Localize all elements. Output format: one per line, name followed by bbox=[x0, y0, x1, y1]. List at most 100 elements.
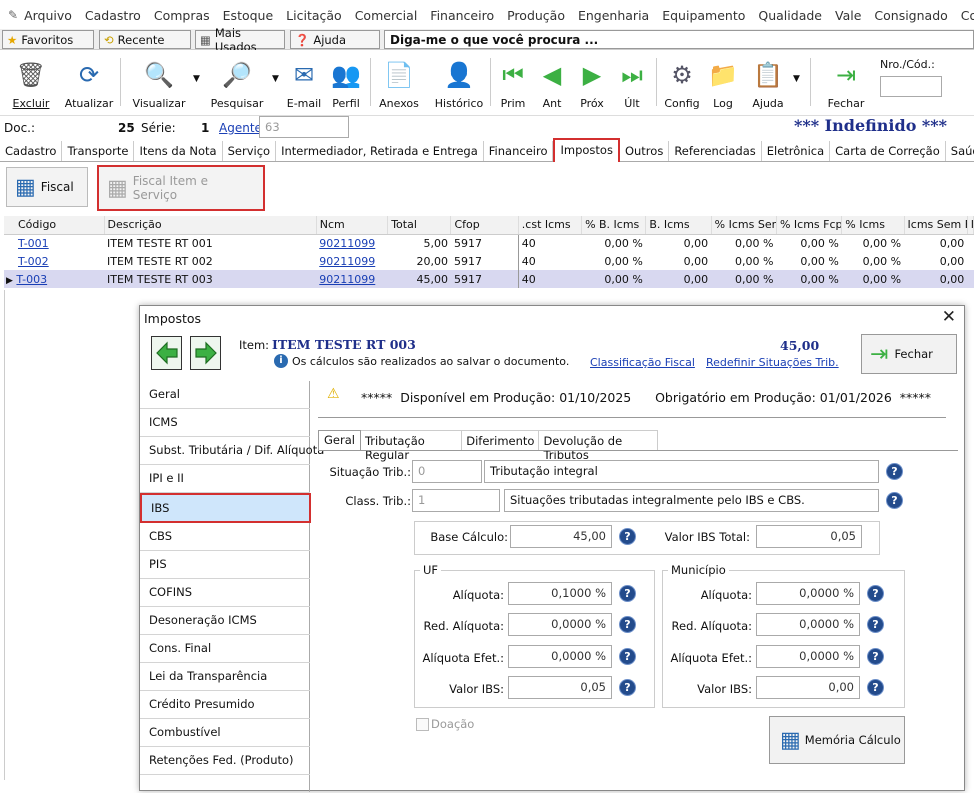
agente-input[interactable]: 63 bbox=[259, 116, 349, 138]
ncm-link[interactable]: 90211099 bbox=[319, 255, 375, 268]
situacao-trib-code-input[interactable]: 0 bbox=[412, 460, 482, 483]
atualizar-button[interactable]: ⟳ Atualizar bbox=[64, 54, 114, 112]
col-ncm[interactable]: Ncm bbox=[316, 216, 389, 235]
col-b-icms[interactable]: B. Icms bbox=[645, 216, 712, 235]
mun-valor-ibs-input[interactable]: 0,00 bbox=[756, 676, 860, 699]
tab-servico[interactable]: Serviço bbox=[223, 141, 277, 161]
menu-producao[interactable]: Produção bbox=[507, 8, 565, 23]
mun-aliquota-efet-input[interactable]: 0,0000 % bbox=[756, 645, 860, 668]
ncm-link[interactable]: 90211099 bbox=[319, 273, 375, 286]
col-icms-sem-fc[interactable]: Icms Sem Fc bbox=[904, 216, 968, 235]
historico-button[interactable]: 👤 Histórico bbox=[434, 54, 484, 112]
uf-red-aliquota-help-icon[interactable]: ? bbox=[619, 616, 636, 633]
col-pct-icms[interactable]: % Icms bbox=[841, 216, 905, 235]
menu-compras[interactable]: Compras bbox=[154, 8, 210, 23]
prox-button[interactable]: ▶ Próx bbox=[577, 54, 607, 112]
tab-impostos[interactable]: Impostos bbox=[553, 138, 620, 162]
class-trib-code-input[interactable]: 1 bbox=[412, 489, 500, 512]
nav-cons-final[interactable]: Cons. Final bbox=[140, 635, 310, 663]
nav-lei-transparencia[interactable]: Lei da Transparência bbox=[140, 663, 310, 691]
prim-button[interactable]: ⏮ Prim bbox=[496, 54, 530, 112]
tab-saude[interactable]: Saúde bbox=[946, 141, 974, 161]
col-codigo[interactable]: Código bbox=[4, 216, 105, 235]
uf-aliquota-help-icon[interactable]: ? bbox=[619, 585, 636, 602]
col-cst-icms[interactable]: .cst Icms bbox=[518, 216, 583, 235]
tab-itens-da-nota[interactable]: Itens da Nota bbox=[134, 141, 223, 161]
table-row[interactable]: ▶ T-003 ITEM TESTE RT 003 90211099 45,00… bbox=[4, 270, 974, 288]
config-button[interactable]: ⚙ Config bbox=[664, 54, 700, 112]
col-descricao[interactable]: Descrição bbox=[104, 216, 317, 235]
menu-arquivo[interactable]: Arquivo bbox=[24, 8, 72, 23]
col-pct-icms-sem[interactable]: % Icms Sem bbox=[711, 216, 777, 235]
pesquisar-button[interactable]: 🔎 Pesquisar bbox=[206, 54, 268, 112]
uf-valor-ibs-input[interactable]: 0,05 bbox=[508, 676, 612, 699]
fiscal-button[interactable]: ▦ Fiscal bbox=[6, 167, 88, 207]
ant-button[interactable]: ◀ Ant bbox=[537, 54, 567, 112]
recente-button[interactable]: ⟲ Recente bbox=[99, 30, 191, 49]
nav-combustivel[interactable]: Combustível bbox=[140, 719, 310, 747]
redefinir-situacoes-link[interactable]: Redefinir Situações Trib. bbox=[706, 356, 839, 369]
col-ic[interactable]: Ic bbox=[967, 216, 974, 235]
tab-intermediador[interactable]: Intermediador, Retirada e Entrega bbox=[276, 141, 484, 161]
menu-estoque[interactable]: Estoque bbox=[223, 8, 274, 23]
mun-aliquota-input[interactable]: 0,0000 % bbox=[756, 582, 860, 605]
codigo-link[interactable]: T-002 bbox=[18, 255, 49, 268]
nav-icms[interactable]: ICMS bbox=[140, 409, 310, 437]
col-pct-b-icms[interactable]: % B. Icms bbox=[581, 216, 647, 235]
log-button[interactable]: 📁 Log bbox=[708, 54, 738, 112]
uf-aliquota-input[interactable]: 0,1000 % bbox=[508, 582, 612, 605]
close-icon[interactable]: ✕ bbox=[942, 307, 956, 327]
next-item-button[interactable] bbox=[190, 336, 221, 370]
perfil-button[interactable]: 👥 Perfil bbox=[328, 54, 364, 112]
table-row[interactable]: T-002 ITEM TESTE RT 002 90211099 20,00 5… bbox=[4, 252, 974, 270]
uf-valor-ibs-help-icon[interactable]: ? bbox=[619, 679, 636, 696]
dialog-fechar-button[interactable]: ⇥ Fechar bbox=[861, 334, 957, 374]
fechar-button[interactable]: ⇥ Fechar bbox=[824, 54, 868, 112]
ajuda-button[interactable]: 📋 Ajuda bbox=[750, 54, 786, 112]
codigo-link[interactable]: T-001 bbox=[18, 237, 49, 250]
uf-red-aliquota-input[interactable]: 0,0000 % bbox=[508, 613, 612, 636]
ult-button[interactable]: ⏭ Últ bbox=[617, 54, 647, 112]
menu-consignado[interactable]: Consignado bbox=[874, 8, 947, 23]
tab-transporte[interactable]: Transporte bbox=[62, 141, 135, 161]
inner-tab-diferimento[interactable]: Diferimento bbox=[462, 430, 540, 450]
email-button[interactable]: ✉ E-mail bbox=[284, 54, 324, 112]
nav-credito-presumido[interactable]: Crédito Presumido bbox=[140, 691, 310, 719]
agente-link[interactable]: Agente bbox=[219, 121, 262, 135]
col-cfop[interactable]: Cfop bbox=[450, 216, 519, 235]
menu-financeiro[interactable]: Financeiro bbox=[430, 8, 494, 23]
visualizar-dropdown-icon[interactable]: ▼ bbox=[193, 74, 200, 84]
menu-comex[interactable]: Comex bbox=[961, 8, 974, 23]
nav-desoneracao-icms[interactable]: Desoneração ICMS bbox=[140, 607, 310, 635]
uf-aliquota-efet-help-icon[interactable]: ? bbox=[619, 648, 636, 665]
base-calculo-help-icon[interactable]: ? bbox=[619, 528, 636, 545]
col-pct-icms-fcp[interactable]: % Icms Fcp bbox=[776, 216, 843, 235]
mun-valor-ibs-help-icon[interactable]: ? bbox=[867, 679, 884, 696]
col-total[interactable]: Total bbox=[387, 216, 452, 235]
menu-cadastro[interactable]: Cadastro bbox=[85, 8, 141, 23]
global-search-input[interactable]: Diga-me o que você procura ... bbox=[384, 30, 974, 49]
valor-ibs-total-input[interactable]: 0,05 bbox=[756, 525, 862, 548]
mun-red-aliquota-help-icon[interactable]: ? bbox=[867, 616, 884, 633]
nav-ibs[interactable]: IBS bbox=[140, 493, 311, 523]
mun-aliquota-efet-help-icon[interactable]: ? bbox=[867, 648, 884, 665]
menu-engenharia[interactable]: Engenharia bbox=[578, 8, 649, 23]
inner-tab-devolucao[interactable]: Devolução de Tributos bbox=[539, 430, 658, 462]
menu-comercial[interactable]: Comercial bbox=[355, 8, 418, 23]
tab-outros[interactable]: Outros bbox=[620, 141, 670, 161]
mun-aliquota-help-icon[interactable]: ? bbox=[867, 585, 884, 602]
tab-financeiro[interactable]: Financeiro bbox=[484, 141, 554, 161]
fiscal-item-button[interactable]: ▦ Fiscal Item e Serviço bbox=[97, 165, 265, 211]
menu-equipamento[interactable]: Equipamento bbox=[662, 8, 745, 23]
tab-referenciadas[interactable]: Referenciadas bbox=[669, 141, 762, 161]
ajuda-fav-button[interactable]: ❓ Ajuda bbox=[290, 30, 380, 49]
nav-ipi-ii[interactable]: IPI e II bbox=[140, 465, 310, 493]
nav-cofins[interactable]: COFINS bbox=[140, 579, 310, 607]
table-row[interactable]: T-001 ITEM TESTE RT 001 90211099 5,00 59… bbox=[4, 234, 974, 252]
situacao-help-icon[interactable]: ? bbox=[886, 463, 903, 480]
nav-subst-tributaria[interactable]: Subst. Tributária / Dif. Alíquota bbox=[140, 437, 324, 465]
uf-aliquota-efet-input[interactable]: 0,0000 % bbox=[508, 645, 612, 668]
menu-vale[interactable]: Vale bbox=[835, 8, 861, 23]
visualizar-button[interactable]: 🔍 Visualizar bbox=[128, 54, 190, 112]
nav-retencoes-fed[interactable]: Retenções Fed. (Produto) bbox=[140, 747, 310, 775]
